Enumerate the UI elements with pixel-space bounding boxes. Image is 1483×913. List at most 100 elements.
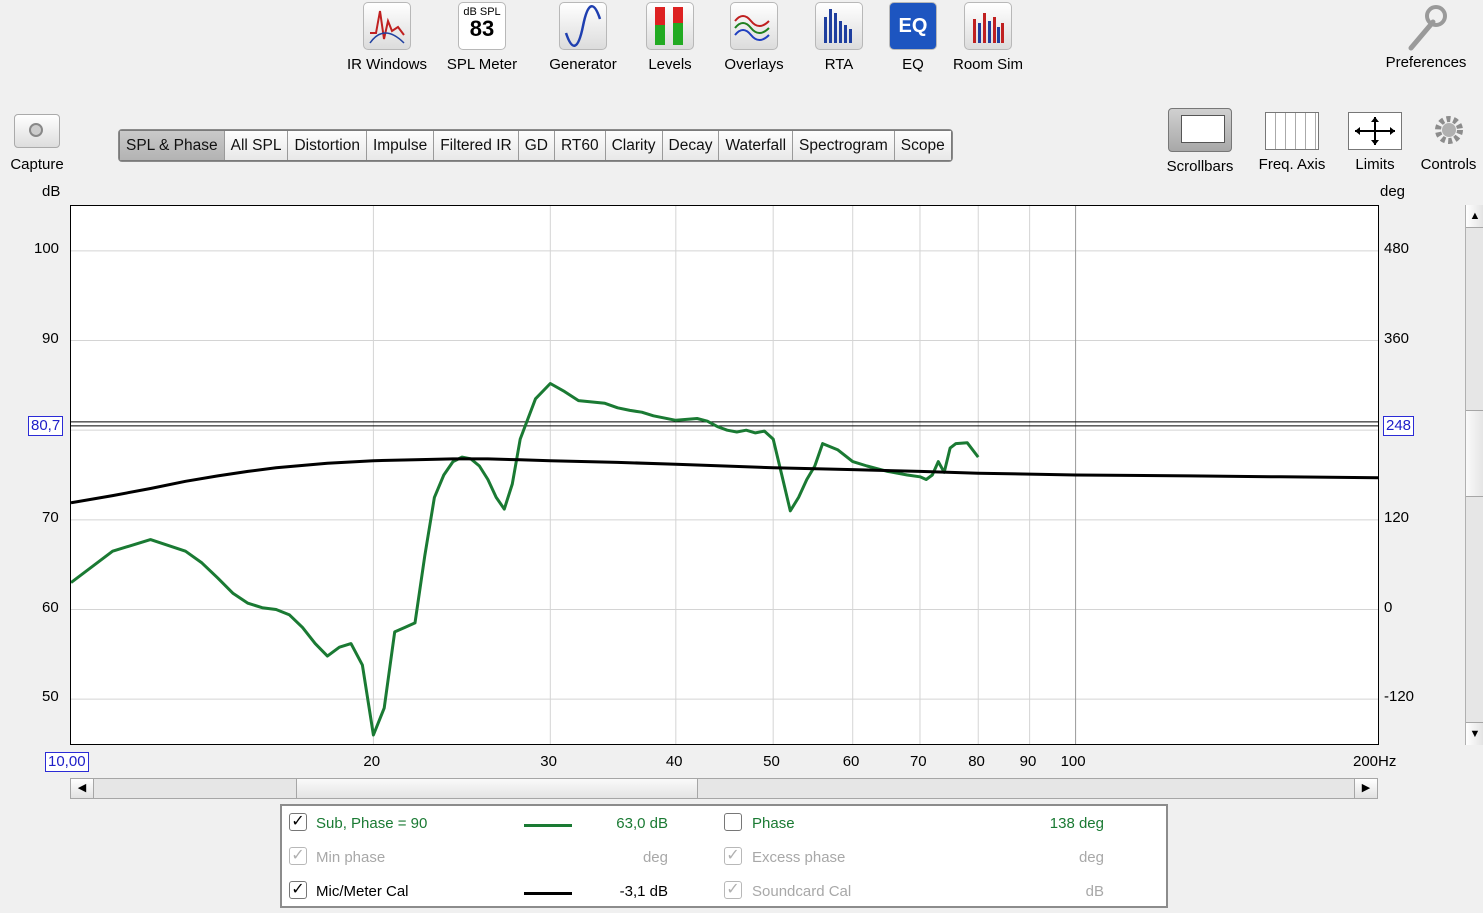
sub-trace-value: 63,0 dB: [616, 815, 668, 832]
min-phase-label: Min phase: [316, 849, 386, 866]
tab-distortion[interactable]: Distortion: [288, 131, 367, 160]
scrollbars-button[interactable]: Scrollbars: [1158, 108, 1242, 175]
scrollbars-label: Scrollbars: [1166, 158, 1234, 175]
room-sim-button[interactable]: Room Sim: [950, 2, 1026, 73]
x-end-value: 200: [1353, 753, 1379, 770]
ir-windows-icon: [363, 2, 411, 50]
legend-row-sub: ✓ Sub, Phase = 90 63,0 dB Phase 138 deg: [282, 810, 1166, 840]
spl-meter-value: 83: [469, 16, 495, 41]
scroll-right-icon[interactable]: ▶: [1354, 779, 1377, 798]
sub-trace-line: [70, 382, 980, 737]
x-end-label: 200Hz: [1353, 753, 1396, 770]
spl-phase-chart: [70, 206, 1379, 744]
tab-spectrogram[interactable]: Spectrogram: [793, 131, 895, 160]
rta-icon: [815, 2, 863, 50]
generator-button[interactable]: Generator: [541, 2, 625, 73]
x-start-value[interactable]: 10,00: [45, 752, 89, 772]
overlays-icon: [730, 2, 778, 50]
mic-cal-checkbox[interactable]: ✓: [289, 881, 307, 899]
y-tick-label: 50: [42, 688, 59, 706]
tab-rt60[interactable]: RT60: [554, 131, 606, 160]
trace-legend: ✓ Sub, Phase = 90 63,0 dB Phase 138 deg …: [280, 804, 1168, 908]
scroll-down-icon[interactable]: ▼: [1466, 722, 1483, 745]
eq-label: EQ: [902, 56, 924, 73]
y-tick-label: 60: [42, 598, 59, 616]
levels-icon: [646, 2, 694, 50]
levels-button[interactable]: Levels: [642, 2, 698, 73]
min-phase-checkbox[interactable]: ✓: [289, 847, 307, 865]
limits-label: Limits: [1355, 156, 1395, 173]
scroll-left-icon[interactable]: ◀: [71, 779, 94, 798]
sub-trace-swatch: [524, 824, 572, 827]
spl-meter-button[interactable]: dB SPL 83 SPL Meter: [441, 2, 523, 73]
tab-scope[interactable]: Scope: [894, 131, 951, 160]
tab-all-spl[interactable]: All SPL: [224, 131, 289, 160]
camera-icon: [14, 114, 60, 148]
tab-decay[interactable]: Decay: [662, 131, 720, 160]
room-sim-label: Room Sim: [952, 56, 1023, 73]
vertical-scrollbar[interactable]: ▲ ▼: [1465, 205, 1483, 745]
x-tick-label: 50: [763, 753, 780, 770]
soundcard-cal-checkbox[interactable]: ✓: [724, 881, 742, 899]
overlays-button[interactable]: Overlays: [718, 2, 790, 73]
eq-badge: EQ: [898, 15, 928, 37]
y2-tick-label: -120: [1384, 688, 1415, 706]
spl-meter-label: SPL Meter: [446, 56, 518, 73]
x-tick-label: 80: [968, 753, 985, 770]
horizontal-scroll-thumb[interactable]: [296, 779, 698, 798]
y-tick-label: 100: [34, 239, 60, 257]
graph-tabs: SPL & Phase All SPL Distortion Impulse Filte…: [118, 129, 953, 162]
excess-phase-label: Excess phase: [752, 849, 846, 866]
tab-spl-phase[interactable]: SPL & Phase: [120, 131, 225, 160]
tab-filtered-ir[interactable]: Filtered IR: [434, 131, 519, 160]
y-tick-label: 70: [42, 508, 59, 526]
eq-icon: EQ: [889, 2, 937, 50]
x-tick-label: 100: [1060, 753, 1086, 770]
spl-phase-graph[interactable]: [70, 205, 1379, 745]
rta-label: RTA: [824, 56, 854, 73]
x-unit: Hz: [1378, 753, 1397, 770]
y2-tick-label: 120: [1384, 508, 1410, 526]
mic-cal-value: -3,1 dB: [619, 883, 668, 900]
sub-trace-label: Sub, Phase = 90: [316, 815, 428, 832]
x-tick-label: 60: [842, 753, 860, 770]
controls-button[interactable]: Controls: [1414, 108, 1483, 173]
ir-windows-button[interactable]: IR Windows: [339, 2, 435, 73]
wrench-icon: [1378, 2, 1474, 54]
tab-clarity[interactable]: Clarity: [605, 131, 663, 160]
cursor-phase-value[interactable]: 248: [1383, 416, 1415, 436]
y2-tick-label: 0: [1384, 598, 1393, 616]
eq-button[interactable]: EQ EQ: [888, 2, 938, 73]
left-axis-unit: dB: [42, 183, 61, 200]
freq-axis-button[interactable]: Freq. Axis: [1250, 108, 1334, 173]
soundcard-cal-value: dB: [1085, 883, 1104, 900]
x-tick-label: 90: [1019, 753, 1037, 770]
freq-axis-label: Freq. Axis: [1258, 156, 1326, 173]
capture-button[interactable]: Capture: [4, 114, 70, 173]
legend-row-min-phase: ✓ Min phase deg ✓ Excess phase deg: [282, 844, 1166, 874]
y2-tick-label: 480: [1384, 239, 1410, 257]
legend-row-mic-cal: ✓ Mic/Meter Cal -3,1 dB ✓ Soundcard Cal …: [282, 878, 1166, 908]
tab-impulse[interactable]: Impulse: [366, 131, 435, 160]
phase-label: Phase: [752, 815, 795, 832]
excess-phase-value: deg: [1078, 849, 1104, 866]
gear-icon: [1414, 108, 1483, 150]
room-sim-icon: [964, 2, 1012, 50]
soundcard-cal-label: Soundcard Cal: [752, 883, 852, 900]
preferences-button[interactable]: Preferences: [1378, 2, 1474, 71]
limits-button[interactable]: Limits: [1344, 108, 1406, 173]
mic-cal-swatch: [524, 892, 572, 895]
phase-checkbox[interactable]: [724, 813, 742, 831]
cursor-spl-value[interactable]: 80,7: [28, 416, 64, 436]
generator-label: Generator: [549, 56, 617, 73]
vertical-scroll-thumb[interactable]: [1466, 410, 1483, 497]
right-axis-unit: deg: [1380, 183, 1406, 200]
levels-label: Levels: [648, 56, 692, 73]
tab-gd[interactable]: GD: [518, 131, 555, 160]
scroll-up-icon[interactable]: ▲: [1466, 205, 1483, 228]
horizontal-scrollbar[interactable]: ◀ ▶: [70, 778, 1378, 799]
tab-waterfall[interactable]: Waterfall: [719, 131, 794, 160]
excess-phase-checkbox[interactable]: ✓: [724, 847, 742, 865]
sub-trace-checkbox[interactable]: ✓: [289, 813, 307, 831]
rta-button[interactable]: RTA: [813, 2, 865, 73]
